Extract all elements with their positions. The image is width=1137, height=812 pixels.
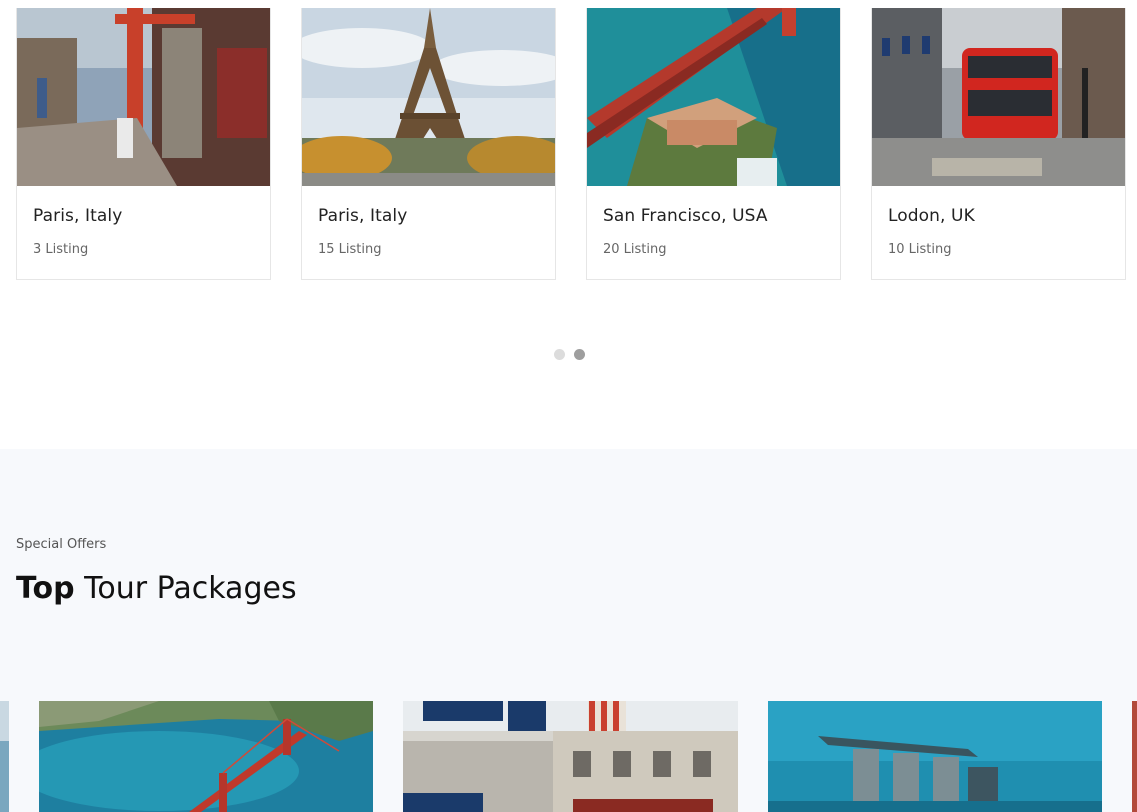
- package-card-partial[interactable]: [0, 701, 9, 812]
- page: Paris, Italy 3 Listing Paris, Italy 15 L…: [0, 0, 1137, 812]
- destination-card[interactable]: Paris, Italy 15 Listing: [301, 8, 556, 280]
- package-card[interactable]: [403, 701, 738, 812]
- destination-name: Lodon, UK: [888, 206, 975, 226]
- package-card-partial[interactable]: [1132, 701, 1137, 812]
- carousel-dot-2[interactable]: [574, 349, 585, 360]
- golden-gate-aerial-photo: [39, 701, 373, 812]
- package-card[interactable]: [768, 701, 1102, 812]
- destination-card[interactable]: San Francisco, USA 20 Listing: [586, 8, 841, 280]
- listing-count: 20 Listing: [603, 242, 667, 257]
- carousel-dot-1[interactable]: [554, 349, 565, 360]
- section-eyebrow: Special Offers: [16, 537, 107, 552]
- package-card[interactable]: [39, 701, 373, 812]
- destination-card[interactable]: Lodon, UK 10 Listing: [871, 8, 1126, 280]
- marina-bay-sands-photo: [768, 701, 1102, 812]
- destination-name: San Francisco, USA: [603, 206, 768, 226]
- london-bus-photo: [872, 8, 1125, 186]
- section-title-bold: Top: [16, 571, 75, 606]
- destinations-carousel: Paris, Italy 3 Listing Paris, Italy 15 L…: [16, 8, 1126, 280]
- carousel-pagination: [554, 349, 585, 361]
- listing-count: 3 Listing: [33, 242, 89, 257]
- eiffel-tower-photo: [302, 8, 555, 186]
- package-photo: [1132, 701, 1137, 812]
- destination-name: Paris, Italy: [318, 206, 408, 226]
- package-photo: [0, 701, 9, 812]
- tour-packages-section: Special Offers Top Tour Packages: [0, 449, 1137, 812]
- london-street-photo: [403, 701, 738, 812]
- listing-count: 10 Listing: [888, 242, 952, 257]
- section-title-rest: Tour Packages: [84, 571, 297, 606]
- kyoto-street-photo: [17, 8, 270, 186]
- destination-card[interactable]: Paris, Italy 3 Listing: [16, 8, 271, 280]
- section-title: Top Tour Packages: [16, 571, 297, 606]
- listing-count: 15 Listing: [318, 242, 382, 257]
- destination-name: Paris, Italy: [33, 206, 123, 226]
- golden-gate-photo: [587, 8, 840, 186]
